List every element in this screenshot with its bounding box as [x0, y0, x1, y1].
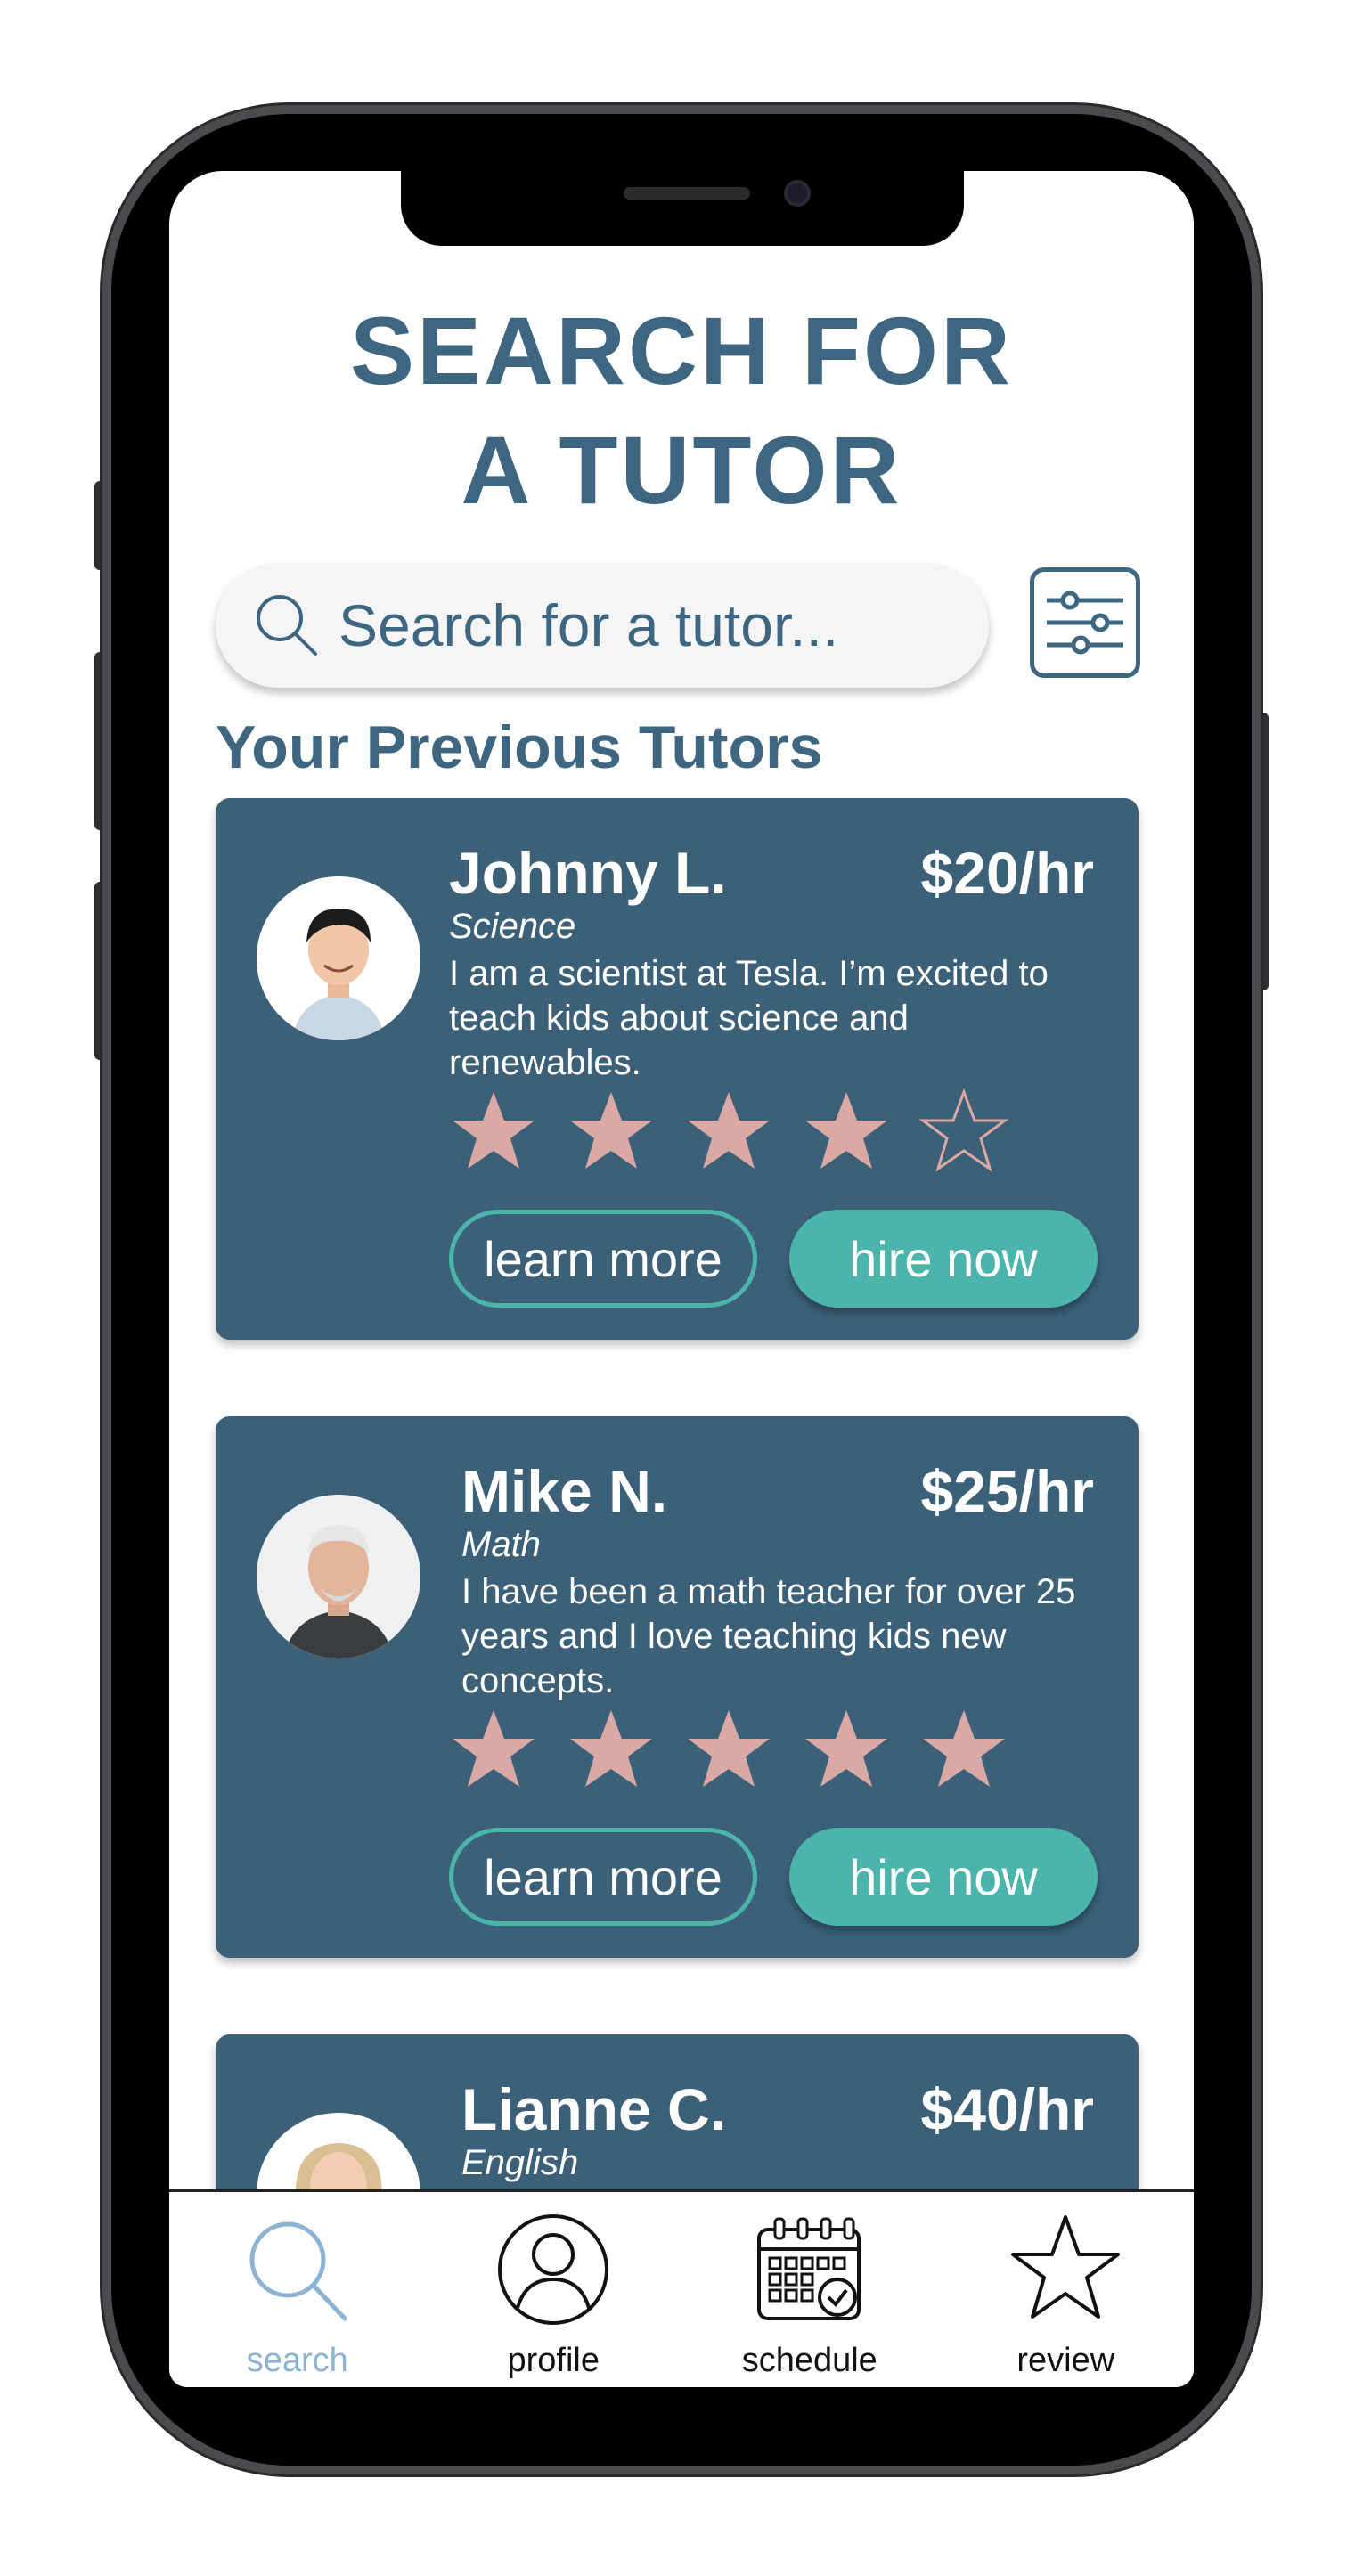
- star-rating: [449, 1081, 1037, 1181]
- hire-now-button[interactable]: hire now: [789, 1828, 1098, 1926]
- star-filled-icon: [688, 1710, 770, 1787]
- tutor-bio: I am a scientist at Tesla. I’m excited t…: [449, 954, 1049, 1082]
- tutor-subject: Science: [449, 907, 576, 946]
- filter-button[interactable]: [1030, 567, 1140, 678]
- notch: [401, 171, 964, 246]
- page-title-line-2: A TUTOR: [461, 416, 902, 524]
- nav-item-search[interactable]: search: [169, 2192, 426, 2387]
- page-title: SEARCH FOR A TUTOR: [169, 291, 1194, 530]
- tutor-card[interactable]: Mike N. $25/hr Math I have been a math t…: [216, 1416, 1139, 1958]
- tutor-rate: $40/hr: [920, 2076, 1094, 2142]
- star-filled-icon: [805, 1710, 887, 1787]
- learn-more-button[interactable]: learn more: [449, 1828, 757, 1926]
- phone-screen: SEARCH FOR A TUTOR Your Previous Tutors: [169, 171, 1194, 2387]
- tutor-name: Johnny L.: [449, 840, 727, 906]
- avatar: [257, 876, 420, 1040]
- front-camera: [784, 180, 811, 207]
- learn-more-button[interactable]: learn more: [449, 1210, 757, 1308]
- star-rating: [449, 1700, 1037, 1799]
- tutor-name: Lianne C.: [461, 2076, 727, 2142]
- page-title-line-1: SEARCH FOR: [349, 297, 1014, 404]
- nav-label: schedule: [741, 2342, 877, 2379]
- tutor-subject: English: [461, 2143, 579, 2182]
- nav-label: profile: [507, 2342, 600, 2379]
- search-bar[interactable]: [216, 563, 989, 688]
- search-input[interactable]: [339, 591, 962, 659]
- tutor-card[interactable]: Johnny L. $20/hr Science I am a scientis…: [216, 798, 1139, 1340]
- search-icon: [251, 590, 322, 661]
- tutor-rate: $25/hr: [920, 1458, 1094, 1524]
- nav-item-review[interactable]: review: [938, 2192, 1195, 2387]
- star-filled-icon: [570, 1710, 652, 1787]
- star-empty-icon: [918, 1088, 1009, 1172]
- avatar: [257, 1495, 420, 1659]
- tutor-rate: $20/hr: [920, 840, 1094, 906]
- star-filled-icon: [453, 1710, 535, 1787]
- nav-label: search: [246, 2342, 348, 2379]
- star-filled-icon: [570, 1092, 652, 1169]
- star-filled-icon: [923, 1710, 1005, 1787]
- star-filled-icon: [688, 1092, 770, 1169]
- bottom-nav: search profile schedule review: [169, 2189, 1194, 2387]
- nav-label: review: [1016, 2342, 1115, 2379]
- tutor-name: Mike N.: [461, 1458, 668, 1524]
- tutor-bio: I have been a math teacher for over 25 y…: [461, 1572, 1076, 1700]
- section-heading: Your Previous Tutors: [216, 713, 823, 781]
- tutor-subject: Math: [461, 1525, 541, 1564]
- star-filled-icon: [805, 1092, 887, 1169]
- nav-item-schedule[interactable]: schedule: [682, 2192, 938, 2387]
- star-filled-icon: [453, 1092, 535, 1169]
- nav-item-profile[interactable]: profile: [426, 2192, 682, 2387]
- speaker: [624, 187, 750, 200]
- hire-now-button[interactable]: hire now: [789, 1210, 1098, 1308]
